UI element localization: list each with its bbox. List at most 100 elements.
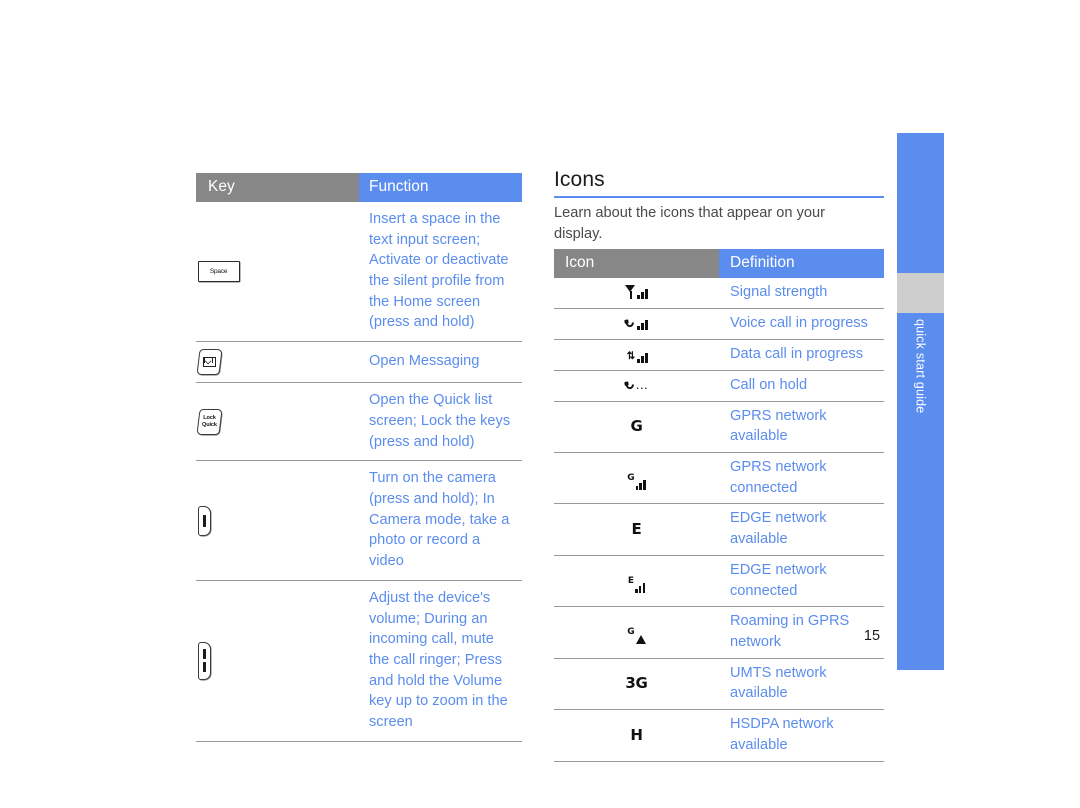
umts-available-icon: 3G — [625, 674, 647, 691]
title-rule — [554, 196, 884, 198]
icon-cell: H — [554, 710, 719, 761]
key-cell-camera — [196, 461, 359, 581]
icon-definition-text: EDGE network connected — [730, 561, 827, 599]
side-tab-label: quick start guide — [897, 313, 944, 463]
table-row: G Roaming in GPRS network — [554, 607, 884, 659]
signal-bars-icon — [635, 582, 646, 593]
key-cell-space: Space — [196, 202, 359, 342]
table-row: ⇅ Data call in progress — [554, 339, 884, 371]
gprs-available-icon: G — [630, 417, 642, 434]
envelope-icon — [203, 357, 216, 368]
key-table-header-row: Key Function — [196, 173, 522, 202]
table-row: Turn on the camera (press and hold); In … — [196, 461, 522, 581]
antenna-mast-icon — [625, 284, 636, 299]
table-row: Space Insert a space in the text input s… — [196, 202, 522, 342]
key-table-header-key: Key — [196, 173, 359, 202]
volume-key-nub-up — [202, 649, 207, 660]
gprs-connected-icon: G — [627, 473, 646, 490]
roaming-triangle-icon — [635, 635, 646, 644]
icon-cell: G — [554, 452, 719, 503]
signal-strength-icon — [625, 282, 648, 299]
edge-letter: E — [627, 575, 634, 586]
icon-table-header-icon: Icon — [554, 249, 719, 278]
edge-connected-icon: E — [627, 575, 646, 593]
icon-table-header-definition: Definition — [719, 249, 884, 278]
icon-cell: ... — [554, 370, 719, 401]
signal-bars-icon — [635, 479, 646, 490]
signal-bars-icon — [637, 288, 648, 299]
handset-icon — [624, 317, 637, 331]
key-function-table: Key Function Space Insert a space in the… — [196, 173, 522, 742]
icon-table-header-row: Icon Definition — [554, 249, 884, 278]
table-row: Adjust the device's volume; During an in… — [196, 580, 522, 742]
icon-cell — [554, 278, 719, 309]
icon-definition-text: Call on hold — [730, 376, 808, 393]
hsdpa-letter: H — [630, 725, 643, 744]
messaging-key-inner — [203, 357, 216, 368]
key-table-header-function: Function — [359, 173, 522, 202]
call-on-hold-icon: ... — [625, 375, 648, 392]
gprs-roaming-icon: G — [627, 627, 646, 644]
gprs-letter: G — [630, 417, 643, 436]
table-row: G GPRS network available — [554, 401, 884, 453]
icon-definition-text: HSDPA network available — [730, 716, 834, 753]
key-function-text: Turn on the camera (press and hold); In … — [369, 470, 510, 570]
handset-icon — [624, 379, 637, 393]
icon-definition-text: UMTS network available — [730, 664, 827, 702]
table-row: H HSDPA network available — [554, 710, 884, 762]
hsdpa-available-icon: H — [630, 725, 643, 744]
side-tab-label-text: quick start guide — [913, 319, 928, 414]
icon-definition-text: Data call in progress — [730, 345, 864, 362]
table-row: G GPRS network connected — [554, 452, 884, 504]
key-cell-volume — [196, 580, 359, 741]
table-row: Lock Quick Open the Quick list screen; L… — [196, 383, 522, 461]
table-row: 3G UMTS network available — [554, 658, 884, 710]
table-row: E EDGE network available — [554, 504, 884, 556]
volume-key-icon — [198, 641, 211, 680]
icon-definition-text: Voice call in progress — [730, 314, 868, 331]
key-function-text: Insert a space in the text input screen;… — [369, 210, 509, 331]
manual-page: quick start guide 15 Key Function Space … — [0, 0, 1080, 808]
gprs-letter: G — [627, 472, 635, 483]
lock-quick-key-label: Lock Quick — [202, 415, 217, 428]
icon-definition-text: GPRS network connected — [730, 458, 827, 496]
key-cell-lock-quick: Lock Quick — [196, 383, 359, 461]
icon-definition-table: Icon Definition Signal strength Voice ca… — [554, 249, 884, 762]
icon-cell — [554, 308, 719, 339]
key-function-text: Open Messaging — [369, 353, 480, 370]
camera-key-nub — [202, 514, 207, 527]
umts-letter: 3G — [625, 674, 648, 693]
camera-key-icon — [198, 505, 211, 536]
space-key-label: Space — [210, 267, 228, 275]
page-title: Icons — [554, 168, 605, 191]
icon-cell: ⇅ — [554, 339, 719, 370]
section-intro-text: Learn about the icons that appear on you… — [554, 205, 825, 243]
icon-definition-text: EDGE network available — [730, 510, 827, 548]
table-row: ... Call on hold — [554, 370, 884, 402]
hold-dots-icon: ... — [635, 376, 649, 392]
volume-key-nub-down — [202, 662, 207, 673]
icon-cell: G — [554, 401, 719, 452]
data-arrows-icon: ⇅ — [626, 350, 636, 362]
table-row: E EDGE network connected — [554, 555, 884, 607]
edge-available-icon: E — [632, 520, 642, 537]
voice-call-icon — [624, 313, 648, 331]
icon-cell: E — [554, 504, 719, 555]
lock-key-line1: Lock — [203, 415, 216, 422]
gprs-letter: G — [627, 627, 635, 637]
lock-key-line2: Quick — [202, 421, 217, 428]
key-function-text: Adjust the device's volume; During an in… — [369, 589, 508, 731]
signal-bars-icon — [637, 352, 648, 363]
lock-quick-key-inner: Lock Quick — [202, 415, 217, 428]
table-row: Open Messaging — [196, 342, 522, 383]
space-key-icon: Space — [198, 260, 240, 282]
signal-bars-icon — [637, 319, 648, 330]
icon-definition-text: Roaming in GPRS network — [730, 613, 850, 650]
icon-cell: 3G — [554, 658, 719, 709]
icon-definition-text: Signal strength — [730, 283, 828, 300]
data-call-icon: ⇅ — [625, 346, 648, 363]
side-tab-gap — [897, 273, 944, 313]
lock-quick-key-icon: Lock Quick — [196, 408, 223, 435]
messaging-key-icon — [196, 349, 223, 376]
table-row: Signal strength — [554, 278, 884, 309]
